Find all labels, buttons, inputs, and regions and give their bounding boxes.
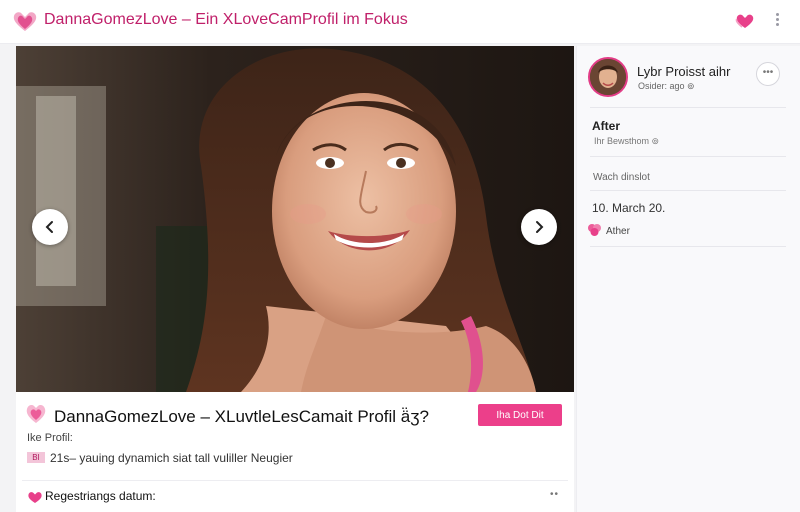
avatar[interactable] [588,57,628,97]
chevron-right-icon[interactable] [521,209,557,245]
sidebar-name: Lybr Proisst aihr [637,64,731,79]
registration-date-label: Regestriangs datum: [45,489,156,503]
sidebar-section-title: After [592,119,621,133]
profile-bio: 21s– yauing dynamich siat tall vuliller … [50,451,293,465]
sidebar-section-label: Wach dinslot [593,172,650,183]
divider [590,107,786,108]
divider [22,480,568,481]
profile-photo [16,46,574,392]
profile-label: Ike Profil: [27,432,73,444]
divider [590,190,786,191]
sidebar-section-subtitle: Ihr Bewsthom ⊚ [594,136,660,146]
flower-icon [588,224,601,236]
sidebar-date: 10. March 20. [592,201,666,215]
divider [590,246,786,247]
sidebar [576,46,800,512]
more-icon[interactable]: •• [550,489,559,500]
age-badge: BI [27,452,45,463]
options-button[interactable]: ••• [756,62,780,86]
sidebar-meta: Osider: ago ⊚ [638,81,695,91]
heart-icon [28,492,42,503]
sidebar-tag: Ather [606,226,630,237]
heart-logo-icon[interactable] [12,10,38,32]
top-bar: DannaGomezLove – Ein XLoveCamProfil im F… [0,0,800,44]
more-vertical-icon[interactable] [772,11,784,31]
page-title: DannaGomezLove – Ein XLoveCamProfil im F… [44,11,408,28]
profile-title: DannaGomezLove – XLuvtleLesCamait Profil… [54,407,429,426]
chevron-left-icon[interactable] [32,209,68,245]
cta-button[interactable]: Iha Dot Dit [478,404,562,426]
divider [590,156,786,157]
heart-logo-icon [26,405,46,423]
heart-icon[interactable] [735,11,755,31]
